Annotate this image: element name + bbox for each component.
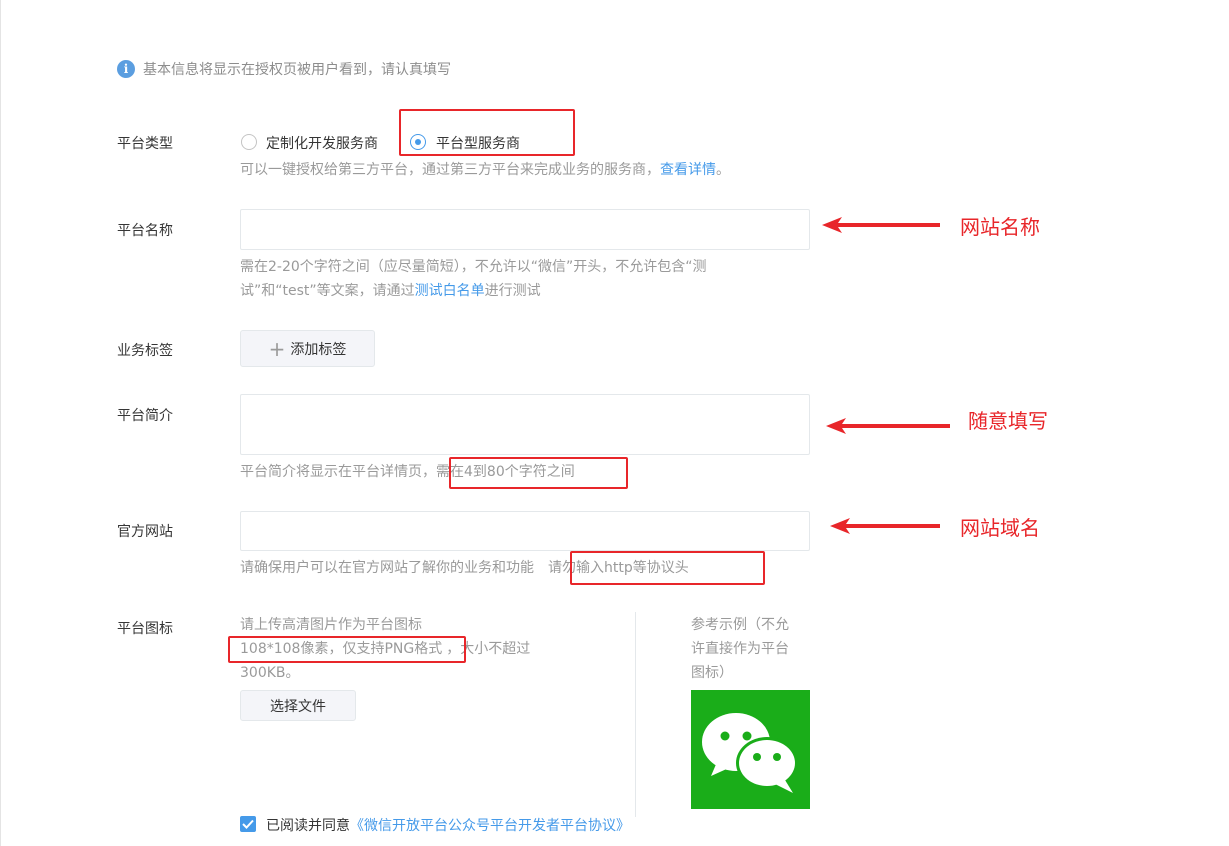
- view-details-link[interactable]: 查看详情: [660, 162, 716, 178]
- radio-custom-dev-label[interactable]: 定制化开发服务商: [266, 133, 378, 153]
- highlight-box-no-protocol: [570, 551, 765, 585]
- platform-intro-label: 平台简介: [117, 408, 173, 424]
- platform-name-label: 平台名称: [117, 223, 173, 239]
- platform-name-hint: 需在2-20个字符之间（应尽量简短），不允许以“微信”开头，不允许包含“测 试”…: [240, 255, 800, 303]
- icon-section-divider: [635, 612, 636, 817]
- notice: i 基本信息将显示在授权页被用户看到，请认真填写: [117, 59, 451, 79]
- page-left-border: [0, 0, 1, 846]
- platform-icon-label: 平台图标: [117, 621, 173, 637]
- info-icon: i: [117, 60, 135, 78]
- arrow-site-name: [822, 217, 940, 233]
- notice-text: 基本信息将显示在授权页被用户看到，请认真填写: [143, 62, 451, 78]
- platform-name-hint-line1: 需在2-20个字符之间（应尽量简短），不允许以“微信”开头，不允许包含“测: [240, 259, 707, 275]
- business-tags-label: 业务标签: [117, 343, 173, 359]
- platform-intro-hint-text: 平台简介将显示在平台详情页，: [240, 464, 436, 480]
- platform-name-hint-line2-text: 试”和“test”等文案，请通过: [240, 283, 415, 299]
- platform-icon-desc-line3: 300KB。: [240, 665, 300, 681]
- arrow-site-domain: [830, 518, 940, 534]
- platform-intro-textarea[interactable]: [240, 394, 810, 455]
- agreement-link[interactable]: 《微信开放平台公众号平台开发者平台协议》: [350, 818, 630, 834]
- add-tag-button-label: 添加标签: [290, 341, 347, 358]
- add-tag-button[interactable]: + 添加标签: [240, 330, 375, 367]
- platform-name-input[interactable]: [240, 209, 810, 250]
- official-site-input[interactable]: [240, 511, 810, 551]
- platform-name-hint-line2: 试”和“test”等文案，请通过测试白名单进行测试: [240, 279, 800, 303]
- arrow-fill-freely: [826, 418, 950, 434]
- platform-type-label: 平台类型: [117, 136, 173, 152]
- choose-file-button[interactable]: 选择文件: [240, 690, 356, 721]
- highlight-box-icon-format: [228, 636, 466, 663]
- example-caption-line3: 图标）: [691, 665, 733, 681]
- check-icon: [242, 819, 254, 829]
- platform-name-hint-line2-end: 进行测试: [484, 283, 541, 299]
- example-caption-line1: 参考示例（不允: [691, 617, 789, 633]
- agreement-text: 已阅读并同意《微信开放平台公众号平台开发者平台协议》: [266, 815, 630, 835]
- wechat-logo-icon: [702, 713, 798, 793]
- plus-icon: +: [268, 336, 286, 361]
- highlight-box-intro-length: [449, 457, 628, 489]
- platform-type-hint-end: 。: [716, 162, 730, 178]
- example-caption: 参考示例（不允 许直接作为平台 图标）: [691, 613, 811, 685]
- choose-file-button-label: 选择文件: [270, 698, 326, 715]
- platform-type-hint: 可以一键授权给第三方平台，通过第三方平台来完成业务的服务商，查看详情。: [240, 158, 730, 182]
- wechat-example-icon: [691, 690, 810, 809]
- test-whitelist-link[interactable]: 测试白名单: [415, 283, 485, 299]
- annotation-site-domain: 网站域名: [960, 516, 1040, 540]
- platform-type-hint-text: 可以一键授权给第三方平台，通过第三方平台来完成业务的服务商，: [240, 162, 660, 178]
- official-site-label: 官方网站: [117, 524, 173, 540]
- platform-icon-desc-line1: 请上传高清图片作为平台图标: [240, 617, 422, 633]
- annotation-site-name: 网站名称: [960, 215, 1040, 239]
- annotation-fill-freely: 随意填写: [968, 409, 1048, 433]
- example-caption-line2: 许直接作为平台: [691, 641, 789, 657]
- radio-custom-dev[interactable]: [241, 134, 257, 150]
- highlight-box-platform-type: [399, 109, 575, 156]
- agreement-prefix: 已阅读并同意: [266, 818, 350, 834]
- agreement-checkbox[interactable]: [240, 816, 256, 832]
- official-site-hint-text: 请确保用户可以在官方网站了解你的业务和功能: [240, 560, 534, 576]
